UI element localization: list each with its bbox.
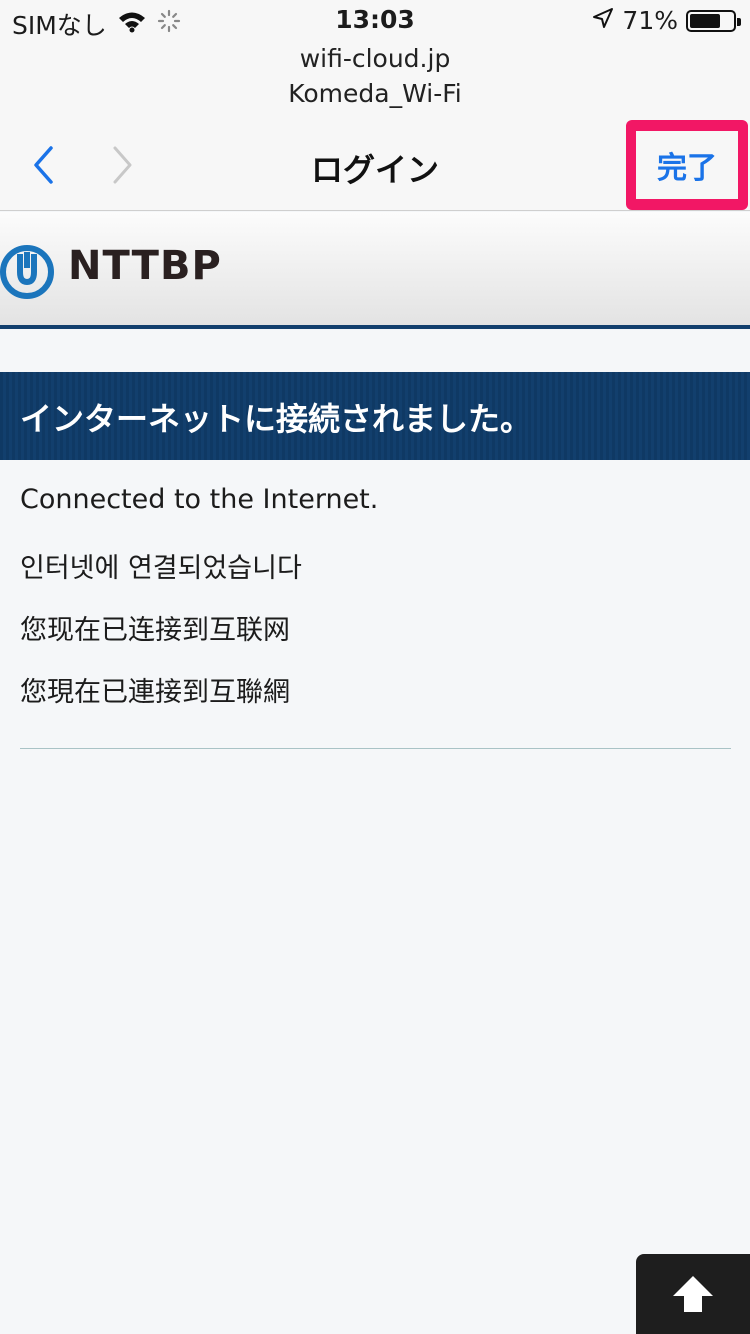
battery-percent: 71% — [622, 6, 678, 35]
network-name: Komeda_Wi-Fi — [288, 79, 462, 108]
browser-chrome: SIMなし 13:03 71% wifi-cloud.jp Komeda_Wi-… — [0, 0, 750, 211]
connected-banner: インターネットに接続されました。 — [0, 372, 750, 460]
message-chinese-simplified: 您现在已连接到互联网 — [20, 615, 290, 646]
site-host: wifi-cloud.jp — [299, 44, 451, 73]
battery-icon — [686, 9, 741, 32]
content-divider — [20, 748, 731, 749]
connected-banner-text: インターネットに接続されました。 — [20, 400, 533, 438]
message-chinese-traditional: 您現在已連接到互聯網 — [20, 677, 290, 708]
scroll-to-top-button[interactable] — [636, 1254, 750, 1334]
brand-name: NTTBP — [68, 243, 222, 289]
battery-cap — [737, 17, 741, 26]
message-korean: 인터넷에 연결되었습니다 — [20, 553, 302, 584]
status-bar: SIMなし 13:03 71% — [0, 0, 750, 40]
location-arrow-icon — [592, 6, 614, 35]
status-right: 71% — [592, 6, 741, 35]
screen: SIMなし 13:03 71% wifi-cloud.jp Komeda_Wi-… — [0, 0, 750, 1334]
battery-level — [690, 13, 720, 28]
brand-header: NTTBP — [0, 212, 750, 329]
arrow-up-icon — [673, 1276, 713, 1312]
done-button[interactable]: 完了 — [636, 131, 738, 199]
message-english: Connected to the Internet. — [20, 484, 379, 515]
ntt-logo-icon — [0, 245, 54, 299]
